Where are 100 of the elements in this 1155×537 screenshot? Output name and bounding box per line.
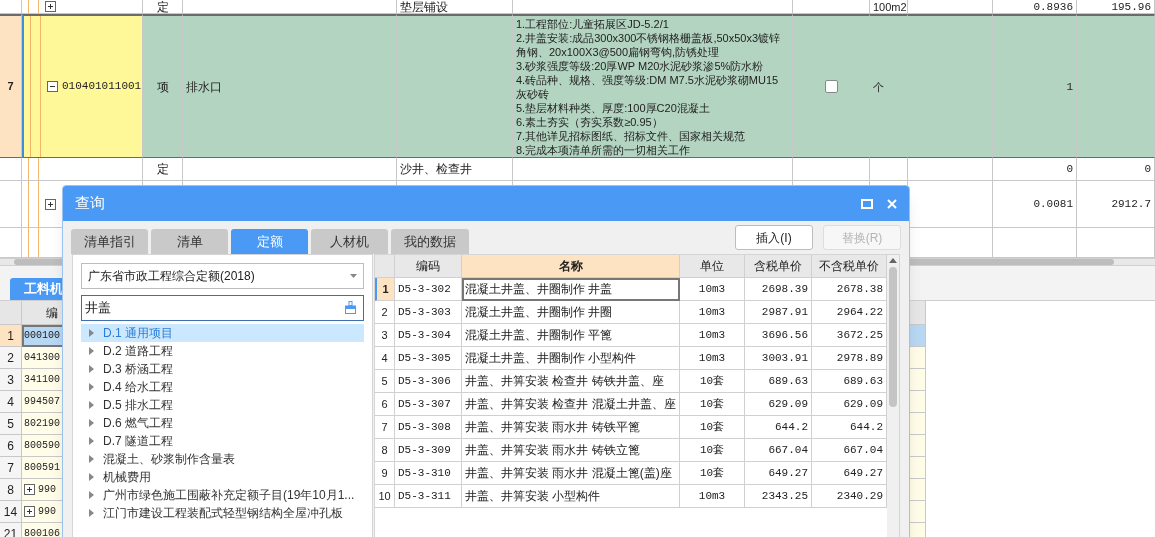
tree-item[interactable]: 广州市绿色施工围蔽补充定额子目(19年10月1...: [81, 486, 364, 504]
dialog-title: 查询: [75, 193, 105, 214]
row-number: 6: [381, 396, 388, 412]
tax-price: 649.27: [768, 465, 808, 481]
row-number: 1: [7, 327, 14, 345]
item-code: D5-3-304: [398, 327, 451, 343]
item-unit: 100m2: [873, 0, 907, 13]
tax-price: 3696.56: [761, 327, 808, 343]
price: 649.27: [843, 465, 883, 481]
column-header: 编: [46, 304, 58, 322]
expand-arrow-icon[interactable]: [89, 383, 94, 391]
tree-item[interactable]: 江门市建设工程装配式轻型钢结构全屋冲孔板: [81, 504, 364, 522]
expand-arrow-icon[interactable]: [89, 329, 94, 337]
close-icon[interactable]: [887, 198, 897, 209]
column-header[interactable]: 含税单价: [754, 257, 802, 275]
tree-item[interactable]: D.3 桥涵工程: [81, 360, 364, 378]
item-code: 010401011001: [62, 79, 142, 95]
row-number: 7: [7, 459, 14, 477]
item-unit: 个: [873, 79, 884, 94]
tree-item[interactable]: D.2 道路工程: [81, 342, 364, 360]
column-header[interactable]: 单位: [700, 257, 724, 275]
item-name: 井盖、井箅安装 检查井 铸铁井盖、座: [465, 373, 664, 389]
vertical-scrollbar[interactable]: [887, 255, 899, 537]
expand-icon[interactable]: [45, 198, 56, 210]
expand-icon[interactable]: [24, 484, 35, 495]
item-name: 混凝土井盖、井圈制作 井圈: [465, 304, 613, 320]
dialog-tab[interactable]: 清单: [151, 229, 228, 254]
expand-arrow-icon[interactable]: [89, 347, 94, 355]
maximize-icon[interactable]: [861, 198, 873, 209]
item-code: D5-3-305: [398, 350, 451, 366]
column-header[interactable]: 名称: [558, 257, 583, 275]
item-name: 排水口: [186, 78, 222, 96]
price: 689.63: [843, 373, 883, 389]
item-unit: 10m3: [698, 350, 726, 366]
price: 629.09: [843, 396, 883, 412]
expand-arrow-icon[interactable]: [89, 437, 94, 445]
table-cell: 垫层铺设: [400, 0, 448, 13]
row-number: 14: [3, 503, 18, 521]
price: 2340.29: [836, 488, 883, 504]
item-unit: 10套: [699, 419, 725, 435]
expand-arrow-icon[interactable]: [89, 455, 94, 463]
item-features: 1.工程部位:儿童拓展区JD-5.2/1 2.井盖安装:成品300x300不锈钢格栅盖板,50x50x3镀锌角钢、20x100X3@500扁钢弯钩,防锈处理 3.砂浆强度等级:20厚WP M20水泥砂浆渗5%防水粉 4.砖品种、规格、强度等级:DM M7.5水泥砂浆砌MU15灰砂砖 5.垫层材料种类、厚度:100厚C20混凝土 6.素土夯实（夯实系数≥0.95） 7.其他详见招标图纸、招标文件、国家相关规范 8.完成本项清单所需的一切相关工作: [516, 17, 782, 157]
item-code: D5-3-311: [398, 488, 451, 504]
row-number: 8: [7, 481, 14, 499]
item-unit: 10m3: [698, 327, 726, 343]
expand-arrow-icon[interactable]: [89, 419, 94, 427]
item-type: 定: [156, 161, 169, 178]
item-unit: 10m3: [698, 281, 726, 297]
expand-arrow-icon[interactable]: [89, 401, 94, 409]
search-field[interactable]: 井盖: [81, 295, 364, 321]
expand-icon[interactable]: [24, 506, 35, 517]
row-number: 3: [7, 371, 14, 389]
item-code: 994507: [24, 395, 60, 409]
tree-item[interactable]: 机械费用: [81, 468, 364, 486]
item-name: 混凝土井盖、井圈制作 平篦: [465, 327, 613, 343]
brush-icon[interactable]: [344, 301, 357, 314]
row-number: 3: [381, 327, 388, 343]
tax-price: 2343.25: [761, 488, 808, 504]
price: 2964.22: [836, 304, 883, 320]
expand-arrow-icon[interactable]: [89, 473, 94, 481]
expand-arrow-icon[interactable]: [89, 365, 94, 373]
tree-item[interactable]: D.7 隧道工程: [81, 432, 364, 450]
expand-arrow-icon[interactable]: [89, 509, 94, 517]
item-code: 341100: [24, 373, 60, 387]
column-header[interactable]: 编码: [416, 257, 440, 275]
tax-price: 2698.39: [761, 281, 808, 297]
item-name: 井盖、井箅安装 雨水井 铸铁立篦: [465, 442, 640, 458]
item-name: 井盖、井箅安装 小型构件: [465, 488, 601, 504]
checkbox[interactable]: [824, 80, 838, 93]
item-unit: 10套: [699, 442, 725, 458]
price: 644.2: [850, 419, 883, 435]
collapse-icon[interactable]: [47, 81, 58, 92]
row-number: 7: [7, 79, 14, 95]
dialog-tab[interactable]: 人材机: [311, 229, 388, 254]
tree-item[interactable]: 混凝土、砂浆制作含量表: [81, 450, 364, 468]
item-name: 混凝土井盖、井圈制作 井盖: [465, 281, 613, 297]
expand-icon[interactable]: [45, 1, 56, 12]
expand-arrow-icon[interactable]: [89, 491, 94, 499]
item-unit: 10m3: [698, 488, 726, 504]
library-dropdown[interactable]: 广东省市政工程综合定额(2018): [81, 263, 364, 289]
insert-button[interactable]: 插入(I): [735, 225, 813, 250]
price: 2978.89: [836, 350, 883, 366]
item-code: D5-3-306: [398, 373, 451, 389]
table-cell: 2912.7: [1111, 197, 1151, 211]
item-code: 000100: [24, 329, 60, 343]
caret-icon: [350, 274, 357, 278]
scroll-up-icon[interactable]: [889, 258, 897, 263]
column-header[interactable]: 不含税单价: [819, 257, 879, 275]
table-cell: 0.8936: [1033, 0, 1073, 13]
row-number: 2: [7, 349, 14, 367]
tree-item[interactable]: D.6 燃气工程: [81, 414, 364, 432]
item-code: 990: [38, 483, 56, 497]
dialog-tab[interactable]: 清单指引: [71, 229, 148, 254]
tree-item[interactable]: D.5 排水工程: [81, 396, 364, 414]
item-unit: 10套: [699, 396, 725, 412]
dialog-tab[interactable]: 我的数据: [391, 229, 469, 254]
item-code: D5-3-308: [398, 419, 451, 435]
price: 3672.25: [836, 327, 883, 343]
tree-item[interactable]: D.4 给水工程: [81, 378, 364, 396]
row-number: 10: [378, 488, 391, 504]
